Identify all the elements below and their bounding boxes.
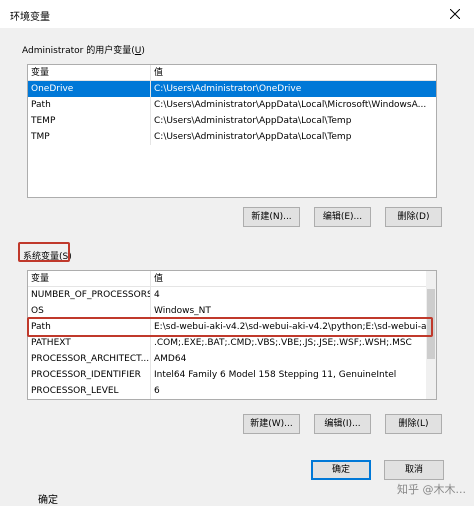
var-value: C:\Users\Administrator\AppData\Local\Tem…	[154, 132, 352, 142]
var-name: OneDrive	[28, 81, 151, 97]
watermark: 知乎 @木木...	[397, 483, 466, 496]
user-edit-button[interactable]: 编辑(E)...	[314, 207, 371, 227]
user-var-row-tmp[interactable]: TMP C:\Users\Administrator\AppData\Local…	[28, 129, 436, 145]
system-new-button[interactable]: 新建(W)...	[243, 414, 300, 434]
var-value: 4	[154, 290, 160, 300]
system-var-row-processor-architecture[interactable]: PROCESSOR_ARCHITECT... AMD64	[28, 351, 436, 367]
system-var-row-processor-level[interactable]: PROCESSOR_LEVEL 6	[28, 383, 436, 399]
var-value: C:\Users\Administrator\AppData\Local\Tem…	[154, 116, 352, 126]
var-value: 6	[154, 386, 160, 396]
system-var-row-processor-identifier[interactable]: PROCESSOR_IDENTIFIER Intel64 Family 6 Mo…	[28, 367, 436, 383]
user-var-row-path[interactable]: Path C:\Users\Administrator\AppData\Loca…	[28, 97, 436, 113]
var-name: NUMBER_OF_PROCESSORS	[28, 287, 151, 303]
user-new-button[interactable]: 新建(N)...	[243, 207, 300, 227]
var-name: PROCESSOR_ARCHITECT...	[28, 351, 151, 367]
var-value: AMD64	[154, 354, 187, 364]
header-name[interactable]: 变量	[28, 271, 151, 286]
user-var-row-onedrive[interactable]: OneDrive C:\Users\Administrator\OneDrive	[28, 81, 436, 97]
system-var-row-number-of-processors[interactable]: NUMBER_OF_PROCESSORS 4	[28, 287, 436, 303]
var-name: TEMP	[28, 113, 151, 129]
path-row-highlight	[27, 317, 433, 337]
var-value: C:\Users\Administrator\OneDrive	[154, 84, 302, 94]
system-vars-header: 变量 值	[28, 271, 436, 287]
cancel-button[interactable]: 取消	[384, 460, 444, 480]
close-icon[interactable]	[444, 4, 466, 24]
user-var-row-temp[interactable]: TEMP C:\Users\Administrator\AppData\Loca…	[28, 113, 436, 129]
system-vars-label-highlight	[18, 242, 70, 262]
header-value[interactable]: 值	[151, 271, 436, 286]
var-value: .COM;.EXE;.BAT;.CMD;.VBS;.VBE;.JS;.JSE;.…	[154, 338, 412, 348]
system-delete-button[interactable]: 删除(L)	[385, 414, 442, 434]
var-value: C:\Users\Administrator\AppData\Local\Mic…	[154, 100, 427, 110]
window-title: 环境变量	[10, 12, 50, 23]
system-edit-button[interactable]: 编辑(I)...	[314, 414, 371, 434]
header-value[interactable]: 值	[151, 65, 436, 80]
var-name: PROCESSOR_LEVEL	[28, 383, 151, 399]
var-name: PROCESSOR_IDENTIFIER	[28, 367, 151, 383]
header-name[interactable]: 变量	[28, 65, 151, 80]
var-name: TMP	[28, 129, 151, 145]
var-value: Intel64 Family 6 Model 158 Stepping 11, …	[154, 370, 397, 380]
system-var-row-pathext[interactable]: PATHEXT .COM;.EXE;.BAT;.CMD;.VBS;.VBE;.J…	[28, 335, 436, 351]
user-delete-button[interactable]: 删除(D)	[385, 207, 442, 227]
user-vars-header: 变量 值	[28, 65, 436, 81]
user-vars-group-label: Administrator 的用户变量(U)	[22, 46, 145, 56]
title-bar: 环境变量	[0, 0, 474, 28]
var-name: PATHEXT	[28, 335, 151, 351]
var-name: Path	[28, 97, 151, 113]
ok-button[interactable]: 确定	[311, 460, 371, 480]
user-vars-list[interactable]: 变量 值 OneDrive C:\Users\Administrator\One…	[27, 64, 437, 198]
